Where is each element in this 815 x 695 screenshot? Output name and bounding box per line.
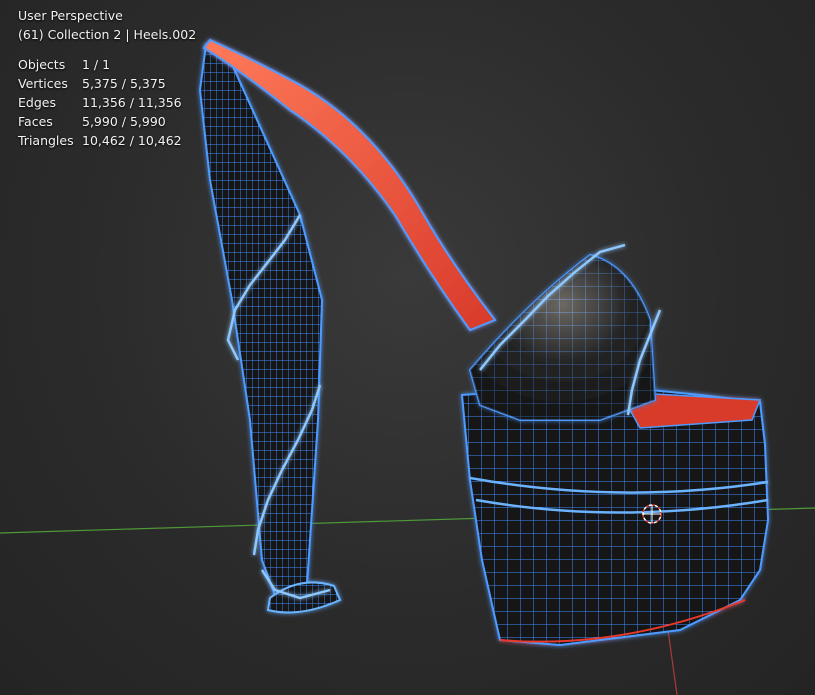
toe-strap — [468, 253, 657, 421]
stat-label: Vertices — [18, 76, 68, 91]
stat-value: 5,375 / 5,375 — [82, 76, 166, 91]
stat-value: 5,990 / 5,990 — [82, 114, 166, 129]
y-axis-line — [667, 629, 678, 695]
stat-faces: Faces 5,990 / 5,990 — [18, 112, 196, 131]
platform — [460, 383, 770, 647]
stat-triangles: Triangles 10,462 / 10,462 — [18, 131, 196, 150]
viewport-info-overlay: User Perspective (61) Collection 2 | Hee… — [18, 6, 196, 150]
stat-label: Objects — [18, 57, 66, 72]
stat-label: Triangles — [18, 133, 74, 148]
stat-value: 11,356 / 11,356 — [82, 95, 182, 110]
stat-value: 10,462 / 10,462 — [82, 133, 182, 148]
3d-cursor — [642, 504, 662, 524]
object-info: (61) Collection 2 | Heels.002 — [18, 27, 197, 42]
stat-label: Faces — [18, 114, 53, 129]
stat-edges: Edges 11,356 / 11,356 — [18, 93, 196, 112]
3d-viewport[interactable]: User Perspective (61) Collection 2 | Hee… — [0, 0, 815, 695]
stat-vertices: Vertices 5,375 / 5,375 — [18, 74, 196, 93]
stat-value: 1 / 1 — [82, 57, 111, 72]
stat-label: Edges — [18, 95, 56, 110]
view-name: User Perspective — [18, 8, 123, 23]
stat-objects: Objects 1 / 1 — [18, 55, 196, 74]
